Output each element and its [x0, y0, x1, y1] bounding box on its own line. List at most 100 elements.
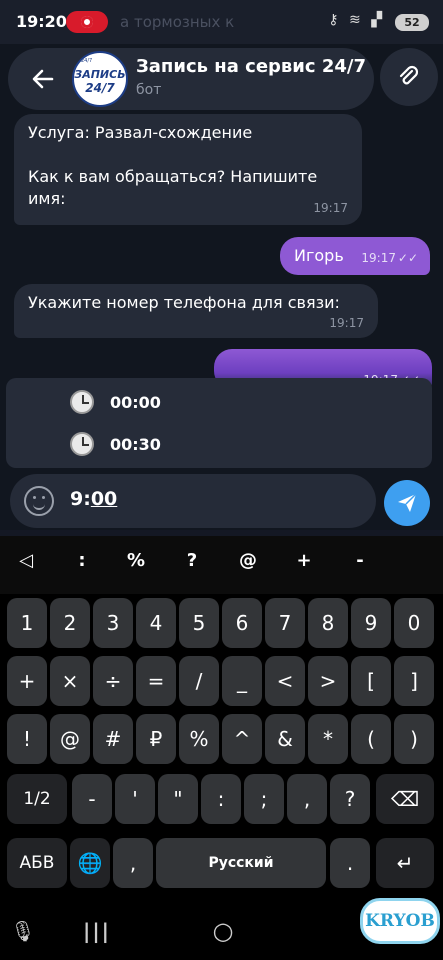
key[interactable]: ^	[222, 714, 262, 764]
chat-header[interactable]: 24/7 ЗАПИСЬ 24/7 Запись на сервис 24/7 б…	[8, 48, 374, 110]
message-outgoing: Игорь 19:17 ✓✓	[280, 237, 430, 275]
message-time: 19:17	[329, 316, 364, 330]
keyboard-row: 1/2 - ' " : ; , ? ⌫	[0, 774, 443, 824]
key-fraction[interactable]: 1/2	[7, 774, 67, 824]
screen-record-icon[interactable]	[66, 11, 108, 33]
paperclip-icon	[399, 65, 419, 85]
keyboard-row: + × ÷ = / _ < > [ ]	[0, 656, 443, 706]
key[interactable]: 3	[93, 598, 133, 648]
toolbar-key[interactable]: -	[340, 550, 380, 571]
avatar-line2: 24/7	[85, 81, 115, 95]
cellular-icon: ▞	[371, 12, 385, 28]
read-ticks-icon: ✓✓	[397, 251, 418, 265]
message-incoming: Услуга: Развал-схождение Как к вам обращ…	[14, 114, 362, 225]
microphone-icon[interactable]: 🎙	[8, 916, 38, 946]
key[interactable]: 8	[308, 598, 348, 648]
status-time: 19:20	[16, 12, 67, 31]
status-ghost-text: а тормозных к	[120, 13, 235, 31]
key[interactable]: 5	[179, 598, 219, 648]
toolbar-key[interactable]: +	[284, 550, 324, 571]
toolbar-key[interactable]: @	[228, 550, 268, 571]
chat-title: Запись на сервис 24/7	[136, 56, 367, 77]
key[interactable]: "	[158, 774, 198, 824]
key[interactable]: ,	[113, 838, 153, 888]
key[interactable]: .	[330, 838, 370, 888]
attach-button[interactable]	[380, 48, 438, 106]
time-suggestions: 00:00 00:30	[6, 378, 432, 468]
watermark-logo: KRYOB	[360, 898, 440, 944]
key[interactable]: ₽	[136, 714, 176, 764]
key[interactable]: /	[179, 656, 219, 706]
input-composing-text: 00	[90, 488, 118, 510]
key-icon: ⚷	[328, 12, 342, 28]
keyboard-row: 1 2 3 4 5 6 7 8 9 0	[0, 598, 443, 648]
suggestion-item[interactable]: 00:30	[70, 424, 161, 464]
key[interactable]: +	[7, 656, 47, 706]
key[interactable]: !	[7, 714, 47, 764]
send-button[interactable]	[384, 480, 430, 526]
suggestion-item[interactable]: 00:00	[70, 382, 161, 422]
key[interactable]: #	[93, 714, 133, 764]
suggestion-text: 00:00	[110, 392, 161, 412]
message-input[interactable]: 9:00	[70, 488, 117, 510]
message-time: 19:17	[361, 251, 396, 265]
enter-icon[interactable]: ↵	[376, 838, 434, 888]
key[interactable]: %	[179, 714, 219, 764]
key[interactable]: 4	[136, 598, 176, 648]
key[interactable]: 0	[394, 598, 434, 648]
battery-indicator: 52	[395, 14, 429, 31]
key[interactable]: [	[351, 656, 391, 706]
message-text: Укажите номер телефона для связи:	[28, 293, 340, 312]
toolbar-key[interactable]: :	[62, 550, 102, 571]
key[interactable]: ×	[50, 656, 90, 706]
key[interactable]: 1	[7, 598, 47, 648]
chat-subtitle: бот	[136, 82, 162, 98]
key[interactable]: ÷	[93, 656, 133, 706]
key[interactable]: ?	[330, 774, 370, 824]
key[interactable]: 6	[222, 598, 262, 648]
backspace-icon[interactable]: ⌫	[376, 774, 434, 824]
message-input-bar[interactable]: 9:00	[10, 474, 376, 528]
wifi-icon: ≋	[349, 12, 364, 28]
message-text: Игорь	[294, 246, 344, 265]
space-key[interactable]: Русский	[156, 838, 326, 888]
key[interactable]: =	[136, 656, 176, 706]
send-icon	[398, 493, 417, 512]
recents-icon[interactable]: |||	[82, 916, 112, 946]
keyboard-row: АБВ 🌐 , Русский . ↵	[0, 838, 443, 888]
message-text: Услуга: Развал-схождение	[28, 123, 253, 142]
key[interactable]: (	[351, 714, 391, 764]
toolbar-key[interactable]: %	[116, 550, 156, 571]
key[interactable]: @	[50, 714, 90, 764]
home-icon[interactable]: ○	[208, 916, 238, 946]
key[interactable]: *	[308, 714, 348, 764]
key[interactable]: >	[308, 656, 348, 706]
key[interactable]: _	[222, 656, 262, 706]
key[interactable]: ;	[244, 774, 284, 824]
keyboard-row: ! @ # ₽ % ^ & * ( )	[0, 714, 443, 764]
keyboard-collapse-icon[interactable]: ◁	[6, 550, 46, 571]
key[interactable]: ]	[394, 656, 434, 706]
key[interactable]: -	[72, 774, 112, 824]
key[interactable]: ,	[287, 774, 327, 824]
input-typed-text: 9:	[70, 488, 91, 510]
key[interactable]: 7	[265, 598, 305, 648]
key[interactable]: 2	[50, 598, 90, 648]
keyboard-toolbar: ◁ : % ? @ + -	[0, 536, 443, 594]
status-icons: ⚷ ≋ ▞	[328, 12, 385, 28]
clock-icon	[70, 390, 94, 414]
suggestion-text: 00:30	[110, 434, 161, 454]
emoji-icon[interactable]	[24, 486, 54, 516]
key-alphabet-switch[interactable]: АБВ	[7, 838, 67, 888]
key[interactable]: :	[201, 774, 241, 824]
key[interactable]: )	[394, 714, 434, 764]
avatar[interactable]: 24/7 ЗАПИСЬ 24/7	[72, 51, 128, 107]
key[interactable]: 9	[351, 598, 391, 648]
key[interactable]: &	[265, 714, 305, 764]
toolbar-key[interactable]: ?	[172, 550, 212, 571]
avatar-small-text: 24/7	[81, 58, 93, 64]
back-button[interactable]	[18, 54, 68, 104]
globe-icon[interactable]: 🌐	[70, 838, 110, 888]
key[interactable]: '	[115, 774, 155, 824]
key[interactable]: <	[265, 656, 305, 706]
